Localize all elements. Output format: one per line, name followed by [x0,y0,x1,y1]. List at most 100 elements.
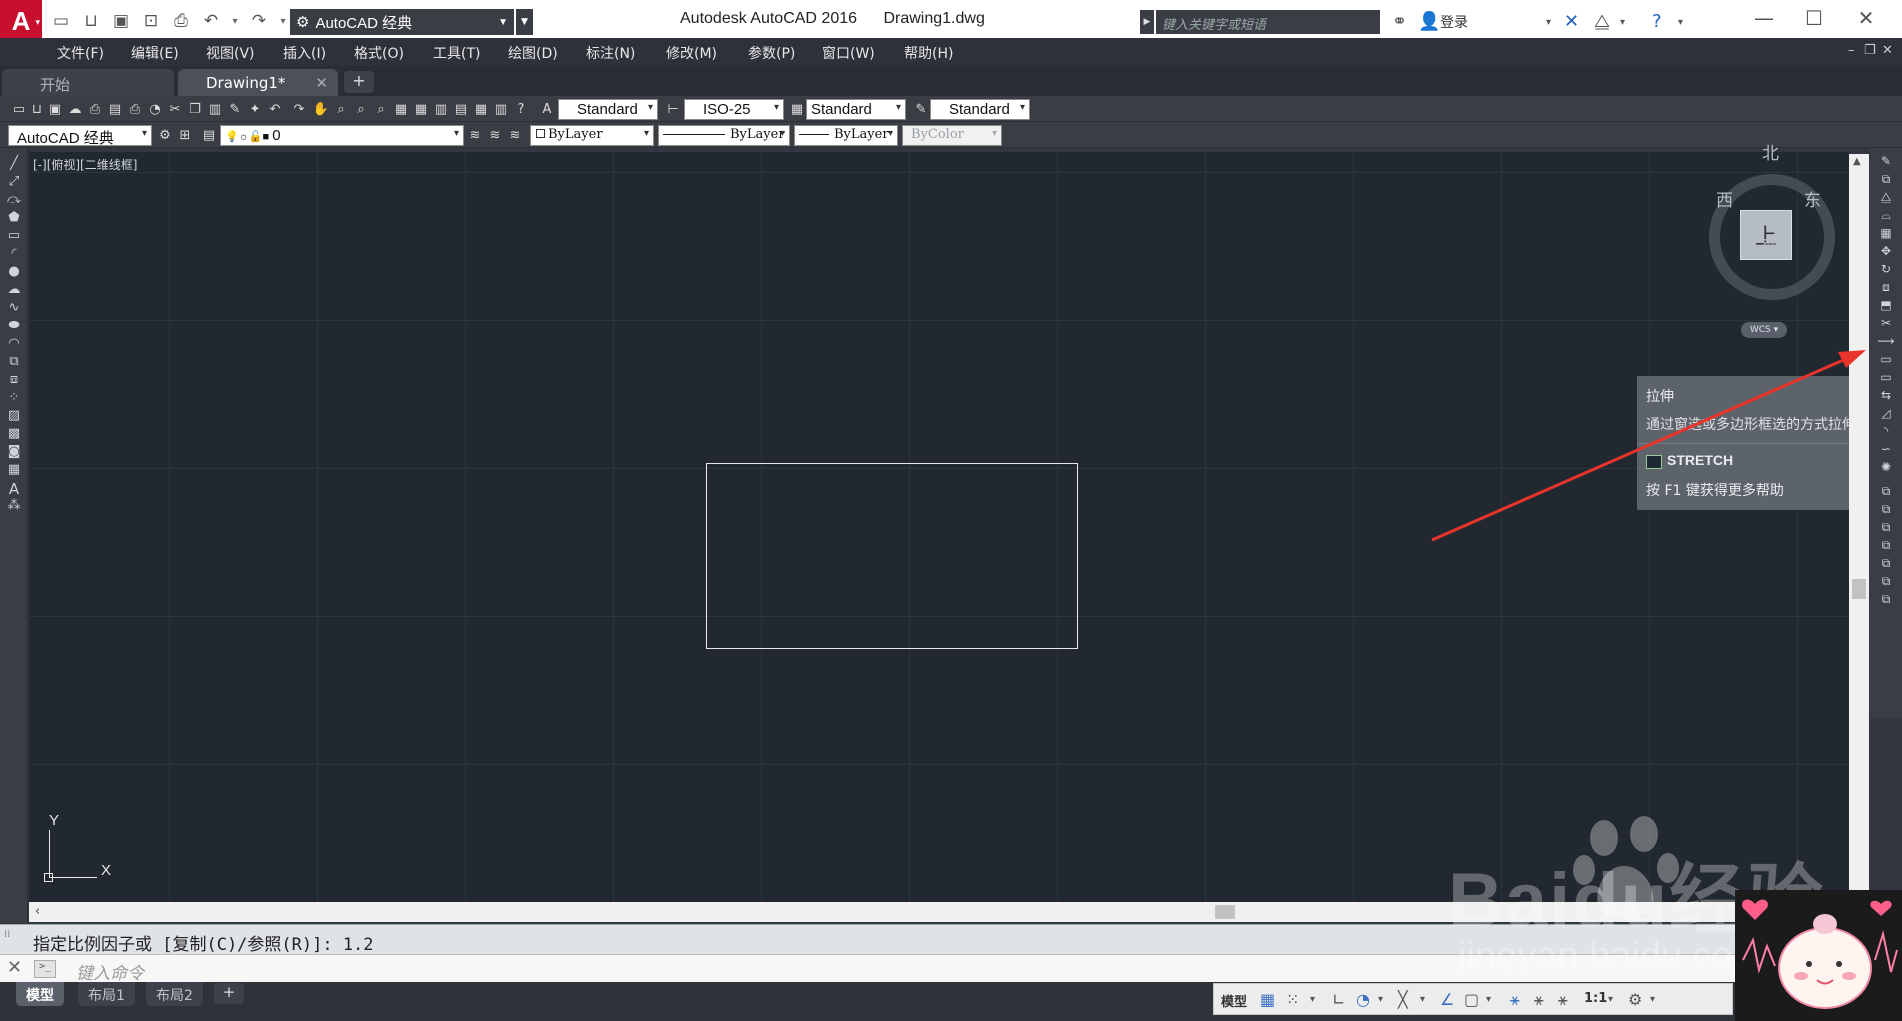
draworder-front-icon[interactable]: ⧉ [1877,484,1895,502]
tab-model[interactable]: 模型 [16,982,64,1006]
zoom-window-icon[interactable]: ⌕ [352,100,370,118]
mdi-minimize-button[interactable]: – [1848,43,1855,58]
chevron-down-icon[interactable]: ▾ [1608,994,1613,1005]
layer-states-icon[interactable]: ≋ [506,126,524,144]
table-style-icon[interactable]: ▦ [788,100,806,118]
save-as-icon[interactable]: ⊡ [138,9,164,33]
compass-south[interactable]: 南 [1762,232,1779,257]
drawn-rectangle[interactable] [706,463,1078,649]
add-selected-icon[interactable]: ⁂ [5,498,23,516]
break-at-point-icon[interactable]: ▭ [1877,352,1895,370]
multileader-style-icon[interactable]: ✎ [912,100,930,118]
search-input[interactable]: 键入关键字或短语 [1156,10,1380,34]
properties-icon[interactable]: ▦ [392,100,410,118]
color-select[interactable]: ByLayer ▾ [530,125,654,146]
user-icon[interactable]: 👤 [1418,11,1440,32]
vertical-scroll-thumb[interactable] [1852,579,1866,599]
undo-dropdown-icon[interactable]: ▾ [228,9,242,33]
copy-icon[interactable]: ❐ [186,100,204,118]
calculator-icon[interactable]: ▥ [492,100,510,118]
save-icon[interactable]: ▣ [46,100,64,118]
hatch-icon[interactable]: ▨ [5,408,23,426]
rotate-icon[interactable]: ↻ [1877,262,1895,280]
chevron-down-icon[interactable]: ▾ [1420,994,1425,1005]
application-menu-button[interactable]: A ▾ [0,0,42,42]
paste-icon[interactable]: ▥ [206,100,224,118]
block-editor-icon[interactable]: ✦ [246,100,264,118]
layer-properties-icon[interactable]: ▤ [200,126,218,144]
customize-icon[interactable]: ⊞ [176,126,194,144]
tool-palettes-icon[interactable]: ▥ [432,100,450,118]
gear-icon[interactable]: ⚙ [1628,990,1642,1009]
pan-icon[interactable]: ✋ [312,100,330,118]
layer-previous-icon[interactable]: ≋ [486,126,504,144]
new-tab-button[interactable]: + [344,71,374,93]
redo-dropdown-icon[interactable]: ▾ [276,9,290,33]
table-style-select[interactable]: Standard ▾ [806,99,906,120]
multileader-style-select[interactable]: Standard ▾ [930,99,1030,120]
undo-icon[interactable]: ↶ [266,100,284,118]
chevron-down-icon[interactable]: ▾ [1546,17,1551,28]
blend-icon[interactable]: ∽ [1877,442,1895,460]
circle-icon[interactable]: ● [5,264,23,282]
binoculars-icon[interactable]: ⚭ [1392,11,1407,32]
polygon-icon[interactable]: ⬟ [5,210,23,228]
menu-dimension[interactable]: 标注(N) [586,43,635,63]
stretch-icon[interactable]: ⬒ [1877,298,1895,316]
undo-icon[interactable]: ↶ [198,9,224,33]
close-button[interactable]: ✕ [1846,6,1886,30]
grip-icon[interactable]: ⁞⁞ [4,929,10,940]
model-space-button[interactable]: 模型 [1221,991,1247,1010]
zoom-realtime-icon[interactable]: ⌕ [332,100,350,118]
drawing-canvas[interactable]: [-][俯视][二维线框] 上 北 南 东 西 WCS ▾ Y X [29,144,1849,902]
menu-edit[interactable]: 编辑(E) [131,43,179,63]
hatch-back-icon[interactable]: ⧉ [1877,574,1895,592]
ellipse-icon[interactable]: ⬬ [5,318,23,336]
arc-icon[interactable]: ◜ [5,246,23,264]
vertical-scrollbar[interactable]: ▲ [1849,154,1869,902]
search-expand-arrow[interactable]: ▶ [1140,10,1154,34]
tab-start[interactable]: 开始 [2,69,174,96]
draworder-above-icon[interactable]: ⧉ [1877,520,1895,538]
chevron-down-icon[interactable]: ▾ [1378,994,1383,1005]
markup-icon[interactable]: ▦ [472,100,490,118]
region-icon[interactable]: ◙ [5,444,23,462]
text-style-icon[interactable]: A [538,100,556,118]
mirror-icon[interactable]: ⧋ [1877,190,1895,208]
scroll-left-icon[interactable]: ‹ [35,904,40,919]
rectangle-icon[interactable]: ▭ [5,228,23,246]
wcs-menu[interactable]: WCS ▾ [1741,322,1787,338]
scale-icon[interactable]: ⧈ [1877,280,1895,298]
text-style-select[interactable]: Standard ▾ [558,99,658,120]
close-icon[interactable]: ✕ [7,957,22,978]
annotation-visibility-icon[interactable]: ⚹ [1510,990,1520,1010]
line-icon[interactable]: ╱ [5,156,23,174]
workspace-select[interactable]: AutoCAD 经典 ▾ [8,125,152,147]
chamfer-icon[interactable]: ◿ [1877,406,1895,424]
menu-tools[interactable]: 工具(T) [433,43,480,63]
menu-view[interactable]: 视图(V) [206,43,255,63]
revision-cloud-icon[interactable]: ☁ [5,282,23,300]
tab-layout1[interactable]: 布局1 [78,982,135,1006]
cloud-icon[interactable]: ☁ [66,100,84,118]
customize-qat-button[interactable]: ▼ [516,9,533,35]
new-layout-button[interactable]: + [214,983,244,1004]
chevron-down-icon[interactable]: ▾ [1678,17,1683,28]
command-prompt-icon[interactable]: >_ [34,960,56,978]
construction-line-icon[interactable]: ⤢ [5,174,23,192]
insert-block-icon[interactable]: ⧉ [5,354,23,372]
horizontal-scroll-thumb[interactable] [1215,905,1235,919]
command-input[interactable]: 键入命令 [76,959,144,984]
menu-modify[interactable]: 修改(M) [666,43,717,63]
extend-icon[interactable]: ⟶ [1877,334,1895,352]
array-icon[interactable]: ▦ [1877,226,1895,244]
maximize-button[interactable]: ☐ [1794,6,1834,30]
polyline-icon[interactable]: ⤼ [5,192,23,210]
redo-icon[interactable]: ↷ [246,9,272,33]
workspace-switcher[interactable]: ⚙ AutoCAD 经典 ▼ [290,9,514,35]
save-icon[interactable]: ▣ [108,9,134,33]
text-front-icon[interactable]: ⧉ [1877,556,1895,574]
make-current-layer-icon[interactable]: ≋ [466,126,484,144]
tab-layout2[interactable]: 布局2 [146,982,203,1006]
design-center-icon[interactable]: ▦ [412,100,430,118]
